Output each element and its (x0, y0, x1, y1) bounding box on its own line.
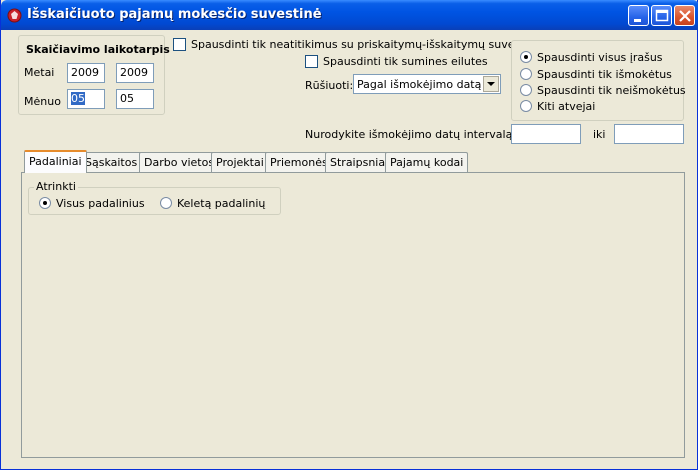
print-mode-group: Spausdinti visus įrašus Spausdinti tik i… (511, 40, 686, 121)
some-units-label: Keletą padalinių (177, 197, 266, 210)
all-units-radio[interactable] (39, 197, 51, 209)
year-from-input[interactable]: 2009 (67, 63, 105, 83)
print-unpaid-radio[interactable] (520, 84, 532, 96)
sort-value: Pagal išmokėjimo datą (357, 78, 482, 91)
window-title: Išskaičiuoto pajamų mokesčio suvestinė (27, 7, 322, 22)
dropdown-button[interactable] (483, 76, 499, 92)
print-paid-label: Spausdinti tik išmokėtus (537, 68, 672, 81)
print-other-label: Kiti atvejai (537, 100, 596, 113)
interval-to-label: iki (593, 128, 606, 141)
minimize-icon (634, 19, 641, 22)
app-window: Išskaičiuoto pajamų mokesčio suvestinė S… (0, 0, 698, 470)
tab-priemones[interactable]: Priemonės (265, 152, 333, 172)
totals-checkbox[interactable] (305, 55, 318, 68)
totals-label: Spausdinti tik sumines eilutes (323, 55, 488, 68)
tab-saskaitos[interactable]: Sąskaitos (80, 152, 143, 172)
close-icon (679, 10, 691, 22)
interval-label: Nurodykite išmokėjimo datų intervalą nuo (305, 128, 537, 141)
year-label: Metai (24, 66, 55, 79)
print-unpaid-label: Spausdinti tik neišmokėtus (537, 84, 686, 97)
chevron-down-icon (487, 82, 495, 86)
maximize-button[interactable] (651, 5, 672, 26)
month-from-input[interactable]: 05 (67, 89, 105, 109)
month-to-input[interactable]: 05 (116, 89, 154, 109)
tab-projektai[interactable]: Projektai (211, 152, 269, 172)
tab-pajamu-kodai[interactable]: Pajamų kodai (385, 152, 469, 172)
minimize-button[interactable] (628, 5, 649, 26)
mismatch-label: Spausdinti tik neatitikimus su priskaity… (191, 38, 542, 51)
some-units-radio[interactable] (160, 197, 172, 209)
print-all-label: Spausdinti visus įrašus (537, 51, 663, 64)
all-units-label: Visus padalinius (56, 197, 145, 210)
period-title: Skaičiavimo laikotarpis (26, 43, 170, 56)
mismatch-checkbox[interactable] (173, 38, 186, 51)
print-other-radio[interactable] (520, 100, 532, 112)
title-bar[interactable]: Išskaičiuoto pajamų mokesčio suvestinė (1, 0, 698, 30)
tab-darbo-vietos[interactable]: Darbo vietos (139, 152, 220, 172)
app-icon[interactable] (7, 8, 22, 23)
year-to-input[interactable]: 2009 (116, 63, 154, 83)
tab-straipsniai[interactable]: Straipsniai (325, 152, 394, 172)
interval-from-input[interactable] (511, 124, 581, 144)
maximize-icon (655, 9, 669, 22)
print-paid-radio[interactable] (520, 68, 532, 80)
period-group: Skaičiavimo laikotarpis Metai 2009 2009 … (18, 35, 170, 115)
interval-to-input[interactable] (614, 124, 684, 144)
tab-padaliniai[interactable]: Padaliniai (24, 150, 87, 173)
sort-dropdown[interactable]: Pagal išmokėjimo datą (353, 74, 501, 94)
month-label: Mėnuo (24, 95, 61, 108)
select-group-title: Atrinkti (34, 180, 78, 193)
print-all-radio[interactable] (520, 51, 532, 63)
close-button[interactable] (674, 5, 695, 26)
sort-label: Rūšiuoti: (305, 79, 354, 92)
tab-panel: Atrinkti Visus padalinius Keletą padalin… (21, 172, 685, 458)
